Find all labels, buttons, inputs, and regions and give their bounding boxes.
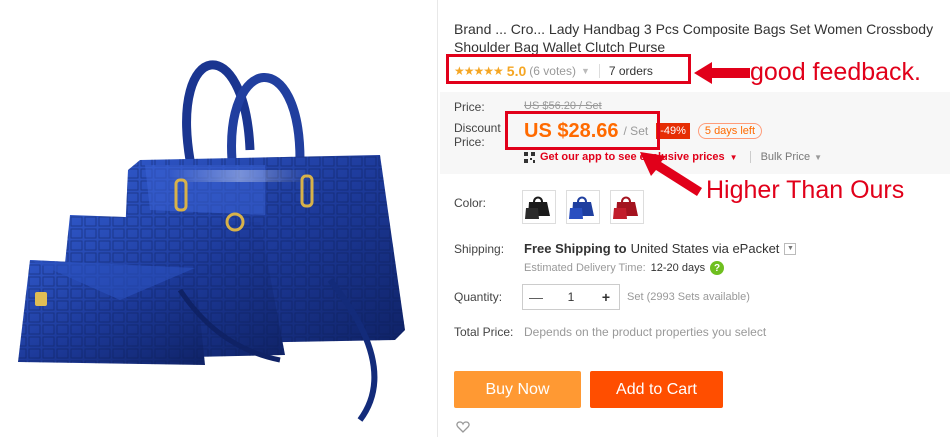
color-swatch-blue[interactable] xyxy=(566,190,600,224)
feedback-annotation: good feedback. xyxy=(750,58,921,86)
chevron-down-icon[interactable]: ▼ xyxy=(784,242,797,255)
total-price-label: Total Price: xyxy=(454,325,514,339)
help-icon[interactable]: ? xyxy=(710,261,725,275)
quantity-available: Set (2993 Sets available) xyxy=(627,291,750,303)
divider xyxy=(749,151,751,163)
shipping-destination: United States via ePacket xyxy=(630,241,780,256)
bulk-price-link[interactable]: Bulk Price xyxy=(761,151,811,163)
delivery-label: Estimated Delivery Time: xyxy=(524,262,646,274)
price-label: Price: xyxy=(454,100,485,114)
shipping-line[interactable]: Free Shipping to United States via ePack… xyxy=(524,241,797,256)
quantity-label: Quantity: xyxy=(454,290,503,304)
color-swatch-black[interactable] xyxy=(522,190,556,224)
quantity-stepper: — 1 + xyxy=(522,284,620,310)
total-price-value: Depends on the product properties you se… xyxy=(524,325,767,339)
column-divider xyxy=(437,0,438,437)
quantity-increment-button[interactable]: + xyxy=(593,289,619,305)
heart-icon[interactable] xyxy=(456,420,470,434)
arrow-left-icon xyxy=(694,62,750,84)
delivery-line: Estimated Delivery Time: 12-20 days ? xyxy=(524,261,725,275)
qr-code-icon xyxy=(524,151,535,163)
arrow-up-left-icon xyxy=(640,152,702,196)
bag-thumbnail-icon xyxy=(569,196,594,219)
quantity-decrement-button[interactable]: — xyxy=(523,289,549,305)
shipping-label: Shipping: xyxy=(454,242,505,256)
price-annotation: Higher Than Ours xyxy=(706,176,905,204)
product-image xyxy=(18,60,405,422)
color-swatch-red[interactable] xyxy=(610,190,644,224)
product-title: Brand ... Cro... Lady Handbag 3 Pcs Comp… xyxy=(454,21,934,55)
delivery-value: 12-20 days xyxy=(650,262,706,274)
bag-thumbnail-icon xyxy=(525,196,550,219)
chevron-down-icon[interactable]: ▼ xyxy=(814,153,822,162)
bag-thumbnail-icon xyxy=(613,196,638,219)
add-to-cart-button[interactable]: Add to Cart xyxy=(590,371,723,408)
chevron-down-icon[interactable]: ▼ xyxy=(730,153,738,162)
days-left-badge: 5 days left xyxy=(697,123,763,139)
color-label: Color: xyxy=(454,196,487,210)
discount-percent-badge: -49% xyxy=(656,123,690,139)
buy-now-button[interactable]: Buy Now xyxy=(454,371,581,408)
discount-price-label: Discount Price: xyxy=(454,121,501,149)
quantity-input[interactable]: 1 xyxy=(549,290,593,304)
price-highlight-box xyxy=(505,111,660,150)
free-shipping-text: Free Shipping to xyxy=(524,241,627,256)
feedback-highlight-box xyxy=(446,54,691,84)
